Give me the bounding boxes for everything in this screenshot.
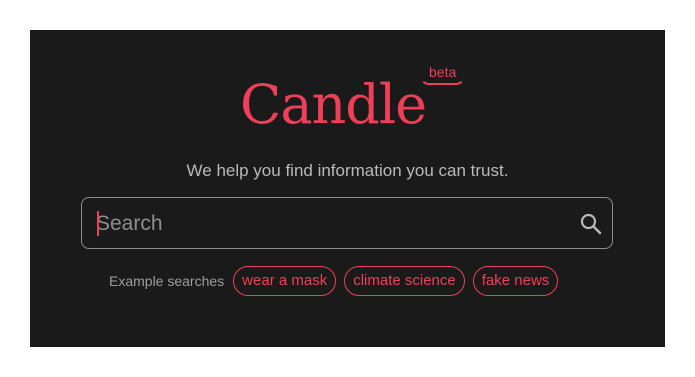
example-chip-fake-news[interactable]: fake news (472, 266, 559, 296)
text-cursor (97, 211, 99, 236)
tagline: We help you find information you can tru… (186, 161, 509, 180)
candle-home-screen: Candle beta We help you find information… (30, 30, 665, 347)
search-box[interactable] (81, 197, 613, 249)
search-icon[interactable] (579, 212, 603, 236)
example-chip-climate-science[interactable]: climate science (344, 266, 465, 296)
brand-wordmark: Candle (240, 73, 427, 136)
beta-badge: beta (420, 60, 466, 85)
example-searches: Example searches wear a mask climate sci… (109, 266, 559, 296)
search-input[interactable] (96, 208, 566, 240)
example-searches-label: Example searches (109, 273, 225, 289)
example-chip-wear-a-mask[interactable]: wear a mask (233, 266, 337, 296)
